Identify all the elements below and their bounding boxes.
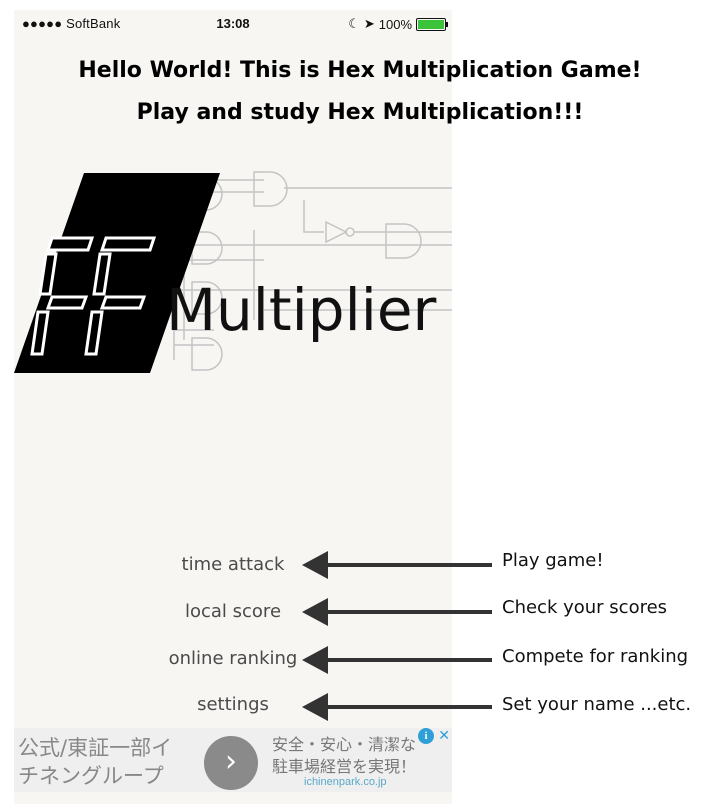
- annotation-play-game: Play game!: [502, 550, 604, 571]
- arrow-left-icon: [302, 598, 492, 626]
- ff-multiplier-logo: Multiplier: [14, 171, 452, 373]
- multiplier-wordmark: Multiplier: [166, 276, 437, 344]
- ad-banner[interactable]: 公式/東証一部イ チネングループ › 安全・安心・清潔な 駐車場経営を実現！ i…: [14, 727, 452, 792]
- status-right: ☾ ➤ 100%: [348, 16, 448, 32]
- status-bar: ●●●●● SoftBank 13:08 ☾ ➤ 100%: [14, 10, 452, 38]
- arrow-left-icon: [302, 693, 492, 721]
- moon-icon: ☾: [348, 16, 360, 31]
- arrow-left-icon: [302, 551, 492, 579]
- ad-url[interactable]: ichinenpark.co.jp: [304, 776, 387, 788]
- phone-screen: ●●●●● SoftBank 13:08 ☾ ➤ 100%: [14, 10, 452, 804]
- battery-icon: [416, 17, 448, 31]
- ad-left-text: 公式/東証一部イ チネングループ: [18, 734, 172, 790]
- ad-info-icon[interactable]: i: [418, 728, 434, 744]
- annotation-check-scores: Check your scores: [502, 597, 668, 618]
- annotation-compete-ranking: Compete for ranking: [502, 646, 689, 667]
- headline-line-2: Play and study Hex Multiplication!!!: [136, 100, 584, 125]
- annotation-set-name: Set your name ...etc.: [502, 694, 692, 715]
- headline-line-1: Hello World! This is Hex Multiplication …: [78, 58, 642, 83]
- ad-close-icon[interactable]: ✕: [438, 727, 450, 744]
- ad-left-line-2: チネングループ: [18, 764, 164, 788]
- ad-left-line-1: 公式/東証一部イ: [18, 736, 173, 760]
- ad-right-line-2: 駐車場経営を実現！: [272, 757, 417, 776]
- location-icon: ➤: [363, 16, 375, 31]
- arrow-left-icon: [302, 646, 492, 674]
- battery-percent: 100%: [378, 16, 412, 32]
- ad-chevron-button[interactable]: ›: [204, 736, 258, 790]
- ad-right-line-1: 安全・安心・清潔な: [272, 735, 417, 754]
- ad-right-text: 安全・安心・清潔な 駐車場経営を実現！: [272, 734, 416, 778]
